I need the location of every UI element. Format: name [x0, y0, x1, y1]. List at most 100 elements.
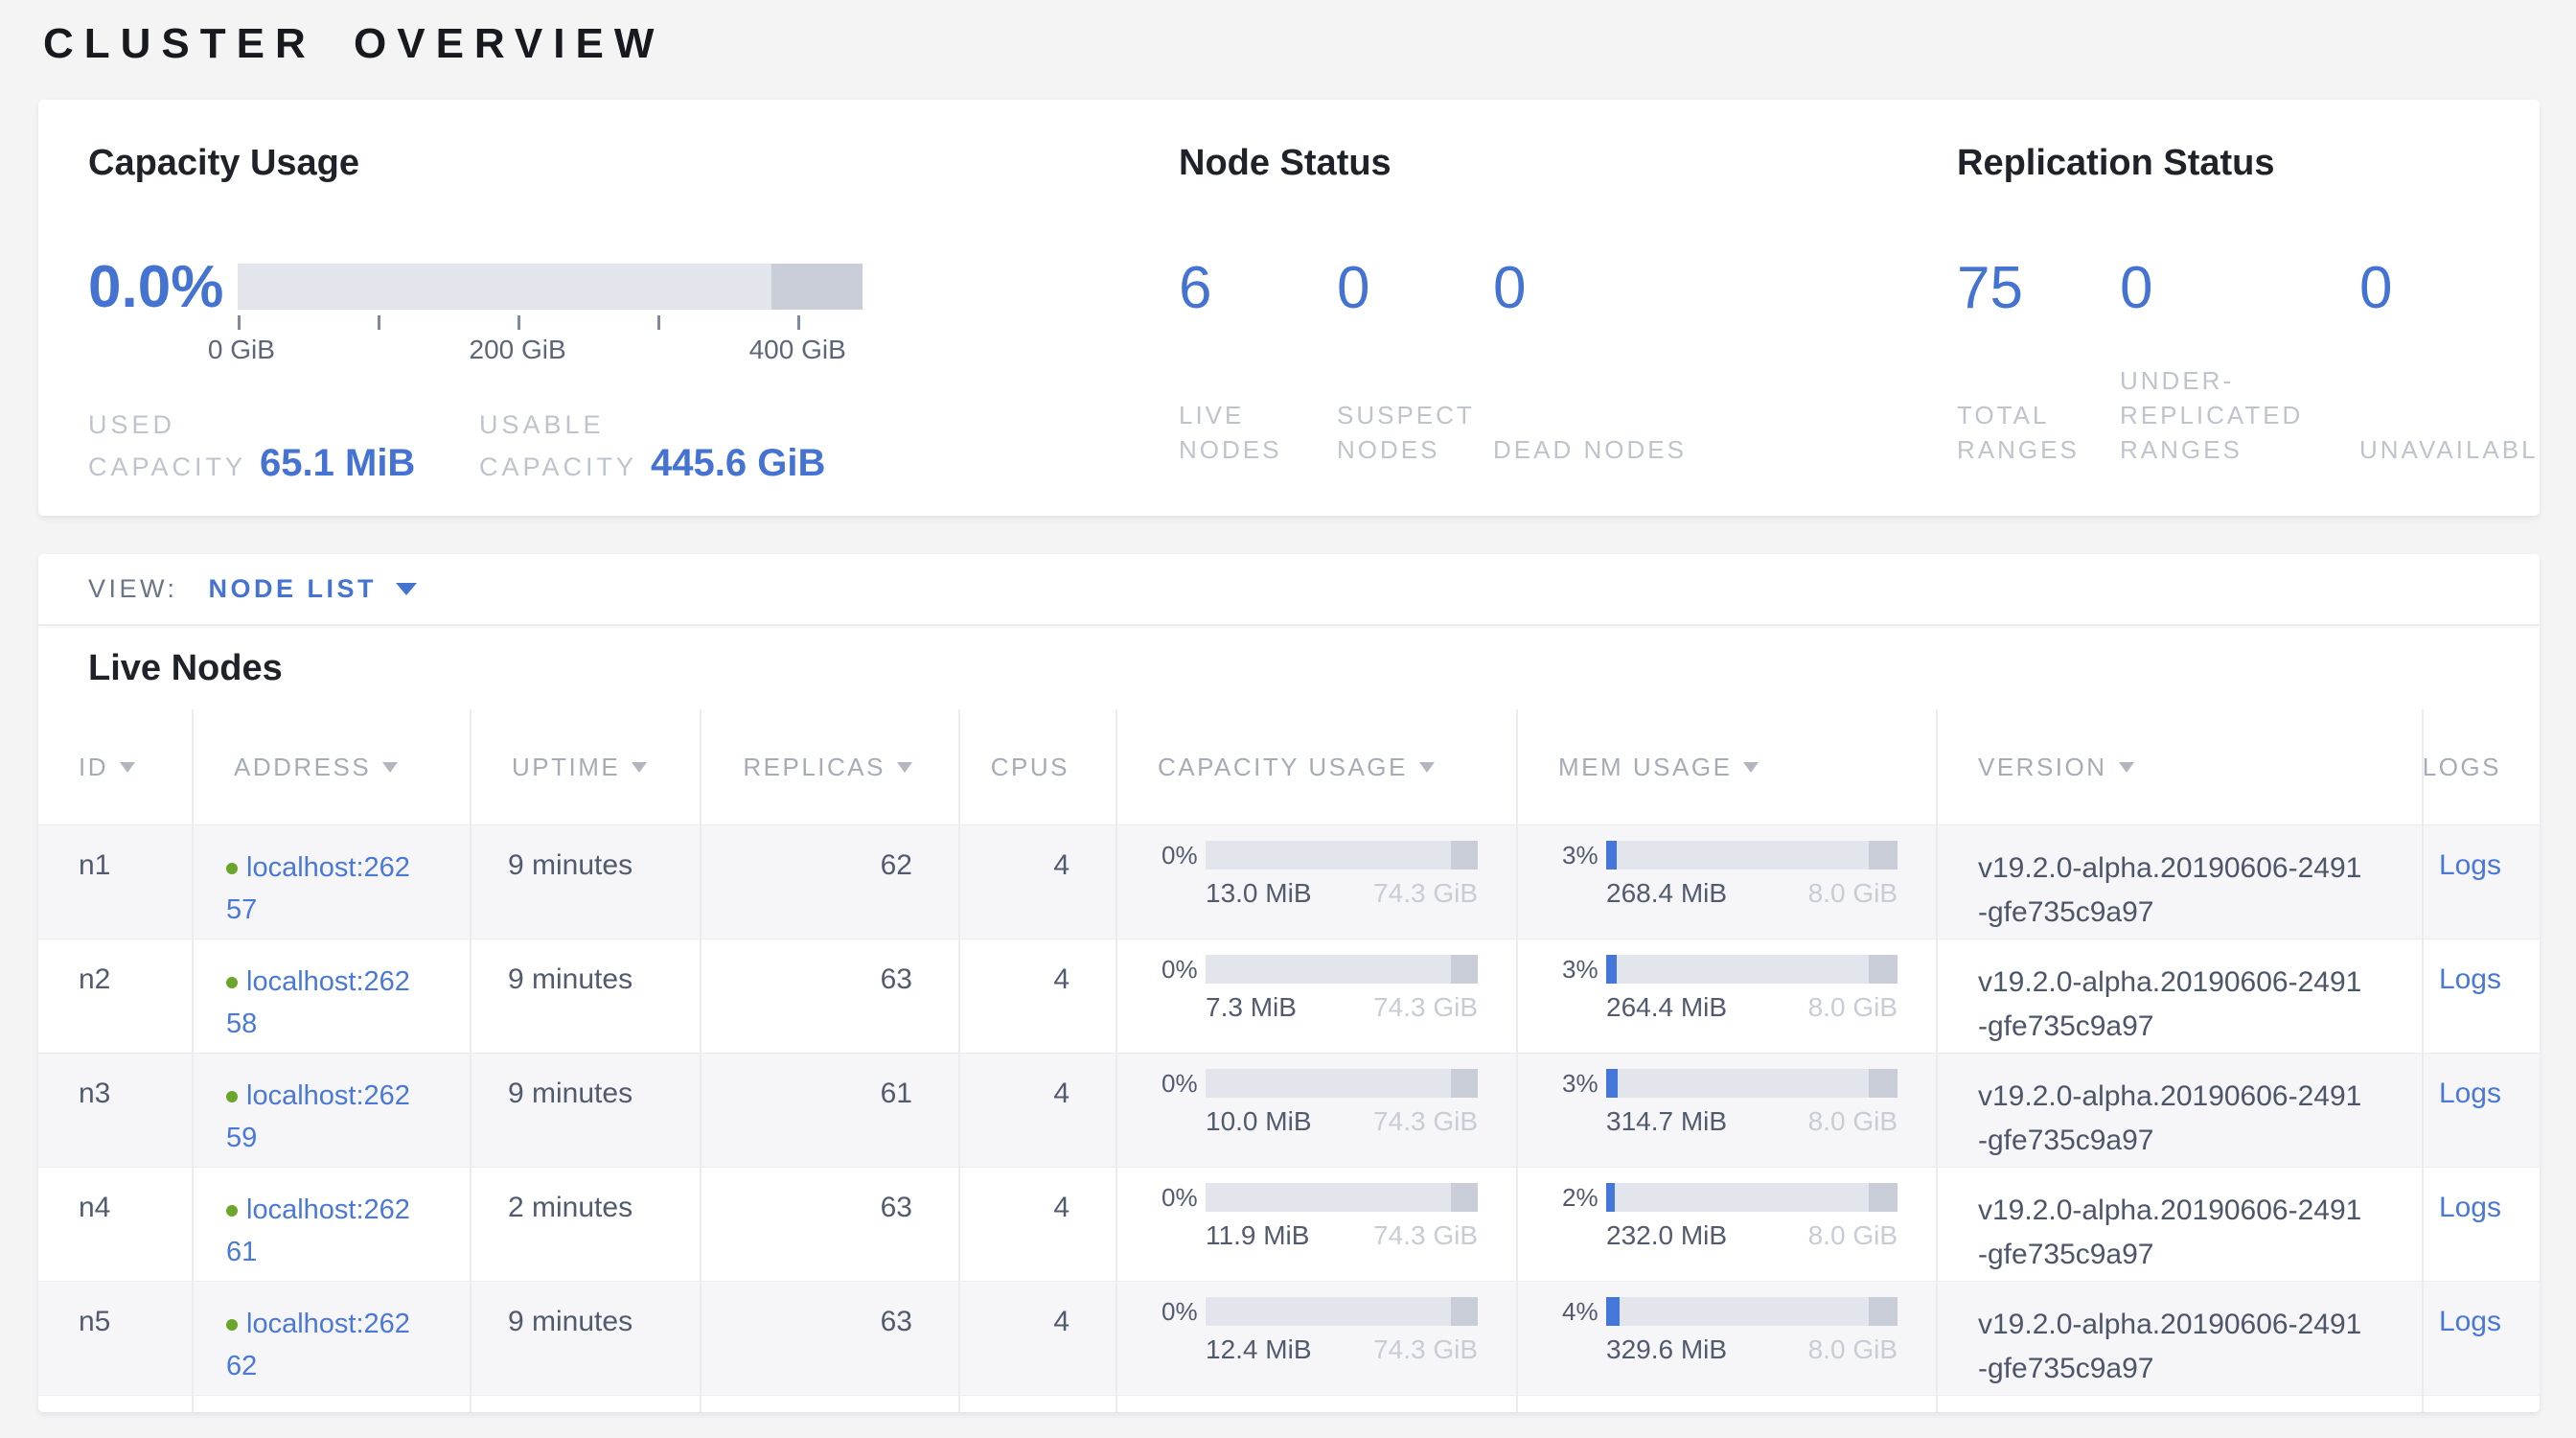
- page-title: CLUSTER OVERVIEW: [43, 19, 2576, 69]
- capacity-usage-meter: 0% 12.4 MiB74.3 GiB: [1116, 1282, 1516, 1395]
- mem-usage-meter: 2% 232.0 MiB8.0 GiB: [1516, 1168, 1936, 1281]
- cluster-summary-card: Capacity Usage 0.0% 0 GiB 200 GiB 400 Gi…: [38, 100, 2540, 516]
- live-status-dot-icon: [226, 1091, 238, 1102]
- capacity-usage-meter: 0% 7.3 MiB74.3 GiB: [1116, 939, 1516, 1053]
- under-replicated-ranges-stat: 0 UNDER-REPLICATED RANGES: [2120, 264, 2359, 467]
- sort-arrow-icon: [632, 762, 647, 773]
- usable-capacity-label-line2: CAPACITY: [479, 450, 637, 484]
- logs-link[interactable]: Logs: [2439, 1192, 2501, 1223]
- under-replicated-ranges-count: 0: [2120, 264, 2340, 313]
- node-uptime: 9 minutes: [470, 825, 700, 939]
- view-dropdown[interactable]: NODE LIST: [209, 574, 378, 604]
- sort-arrow-icon: [1743, 762, 1759, 773]
- node-version: v19.2.0-alpha.20190606-2491-gfe735c9a97: [1936, 825, 2422, 939]
- node-replicas: 62: [700, 825, 958, 939]
- capacity-bar-reserved-segment: [771, 264, 862, 310]
- node-version: v19.2.0-alpha.20190606-2491-gfe735c9a97: [1936, 1054, 2422, 1167]
- used-capacity-stat: USED CAPACITY 65.1 MiB: [88, 407, 479, 485]
- node-address-link[interactable]: localhost:26257: [226, 847, 418, 931]
- sort-arrow-icon: [1419, 762, 1435, 773]
- node-cpus: 4: [958, 825, 1116, 939]
- node-address-link[interactable]: localhost:26262: [226, 1303, 418, 1387]
- node-replicas: 61: [700, 1054, 958, 1167]
- node-id: n3: [38, 1054, 192, 1167]
- usable-capacity-label-line1: USABLE: [479, 407, 870, 442]
- node-cpus: 4: [958, 1168, 1116, 1281]
- table-row: n2 localhost:26258 9 minutes 63 4 0% 7.3…: [38, 939, 2540, 1053]
- logs-link[interactable]: Logs: [2439, 1306, 2501, 1337]
- node-address-link[interactable]: localhost:26259: [226, 1075, 418, 1159]
- capacity-stats: USED CAPACITY 65.1 MiB USABLE CAPACITY 4…: [88, 407, 1179, 485]
- column-header-id[interactable]: ID: [38, 709, 192, 824]
- capacity-usage-title: Capacity Usage: [88, 142, 1179, 184]
- table-row: n5 localhost:26262 9 minutes 63 4 0% 12.…: [38, 1281, 2540, 1395]
- unavailable-ranges-label: UNAVAILABLE RANGES: [2359, 432, 2540, 467]
- column-header-uptime[interactable]: UPTIME: [470, 709, 700, 824]
- column-header-capacity-usage[interactable]: CAPACITY USAGE: [1116, 709, 1516, 824]
- axis-label-200: 200 GiB: [470, 335, 566, 365]
- used-capacity-label-line2: CAPACITY: [88, 450, 246, 484]
- node-cpus: 4: [958, 1282, 1116, 1395]
- table-row-partial: [38, 1395, 2540, 1412]
- suspect-nodes-count: 0: [1337, 264, 1474, 313]
- column-header-logs: LOGS: [2422, 709, 2540, 824]
- replication-status-title: Replication Status: [1957, 142, 2540, 184]
- suspect-nodes-stat: 0 SUSPECT NODES: [1337, 264, 1493, 467]
- live-status-dot-icon: [226, 1319, 238, 1331]
- node-uptime: 9 minutes: [470, 939, 700, 1053]
- column-header-replicas[interactable]: REPLICAS: [700, 709, 958, 824]
- replication-status-section: Replication Status 75 TOTAL RANGES 0 UND…: [1957, 142, 2540, 516]
- node-status-title: Node Status: [1179, 142, 1957, 184]
- mem-usage-meter: 4% 329.6 MiB8.0 GiB: [1516, 1282, 1936, 1395]
- sort-arrow-icon: [897, 762, 912, 773]
- under-replicated-ranges-label: UNDER-REPLICATED RANGES: [2120, 363, 2340, 467]
- table-row: n4 localhost:26261 2 minutes 63 4 0% 11.…: [38, 1167, 2540, 1281]
- node-version: v19.2.0-alpha.20190606-2491-gfe735c9a97: [1936, 939, 2422, 1053]
- node-uptime: 9 minutes: [470, 1054, 700, 1167]
- node-id: n1: [38, 825, 192, 939]
- capacity-usage-meter: 0% 10.0 MiB74.3 GiB: [1116, 1054, 1516, 1167]
- column-header-cpus: CPUS: [958, 709, 1116, 824]
- live-nodes-count: 6: [1179, 264, 1318, 313]
- view-selector-bar: VIEW: NODE LIST: [38, 554, 2540, 626]
- capacity-usage-chart: 0.0% 0 GiB 200 GiB 400 GiB: [88, 264, 1179, 365]
- used-capacity-label-line1: USED: [88, 407, 479, 442]
- node-replicas: 63: [700, 1282, 958, 1395]
- node-list-card: VIEW: NODE LIST Live Nodes ID ADDRESS UP…: [38, 554, 2540, 1412]
- unavailable-ranges-stat: 0 UNAVAILABLE RANGES: [2359, 264, 2540, 467]
- axis-label-0: 0 GiB: [208, 335, 275, 365]
- total-ranges-count: 75: [1957, 264, 2101, 313]
- node-replicas: 63: [700, 1168, 958, 1281]
- mem-usage-meter: 3% 314.7 MiB8.0 GiB: [1516, 1054, 1936, 1167]
- table-header-row: ID ADDRESS UPTIME REPLICAS CPUS CAPACITY…: [38, 709, 2540, 824]
- unavailable-ranges-count: 0: [2359, 264, 2540, 313]
- live-nodes-stat: 6 LIVE NODES: [1179, 264, 1337, 467]
- used-capacity-value: 65.1 MiB: [260, 442, 415, 485]
- logs-link[interactable]: Logs: [2439, 963, 2501, 995]
- node-address-link[interactable]: localhost:26258: [226, 961, 418, 1045]
- sort-arrow-icon: [382, 762, 398, 773]
- node-address-link[interactable]: localhost:26261: [226, 1189, 418, 1273]
- column-header-address[interactable]: ADDRESS: [192, 709, 470, 824]
- logs-link[interactable]: Logs: [2439, 849, 2501, 881]
- node-replicas: 63: [700, 939, 958, 1053]
- live-status-dot-icon: [226, 1205, 238, 1217]
- mem-usage-meter: 3% 268.4 MiB8.0 GiB: [1516, 825, 1936, 939]
- logs-link[interactable]: Logs: [2439, 1078, 2501, 1109]
- dead-nodes-label: DEAD NODES: [1493, 432, 1687, 467]
- suspect-nodes-label: SUSPECT NODES: [1337, 398, 1474, 467]
- cluster-overview-page: CLUSTER OVERVIEW Capacity Usage 0.0% 0 G…: [0, 19, 2576, 1438]
- column-header-version[interactable]: VERSION: [1936, 709, 2422, 824]
- node-id: n4: [38, 1168, 192, 1281]
- live-nodes-table: ID ADDRESS UPTIME REPLICAS CPUS CAPACITY…: [38, 709, 2540, 1412]
- sort-arrow-icon: [120, 762, 135, 773]
- table-row: n1 localhost:26257 9 minutes 62 4 0% 13.…: [38, 824, 2540, 939]
- total-ranges-label: TOTAL RANGES: [1957, 398, 2101, 467]
- node-cpus: 4: [958, 1054, 1116, 1167]
- node-status-section: Node Status 6 LIVE NODES 0 SUSPECT NODES…: [1179, 142, 1957, 516]
- capacity-usage-section: Capacity Usage 0.0% 0 GiB 200 GiB 400 Gi…: [88, 142, 1179, 516]
- column-header-mem-usage[interactable]: MEM USAGE: [1516, 709, 1936, 824]
- total-ranges-stat: 75 TOTAL RANGES: [1957, 264, 2120, 467]
- chevron-down-icon[interactable]: [396, 583, 417, 595]
- node-version: v19.2.0-alpha.20190606-2491-gfe735c9a97: [1936, 1282, 2422, 1395]
